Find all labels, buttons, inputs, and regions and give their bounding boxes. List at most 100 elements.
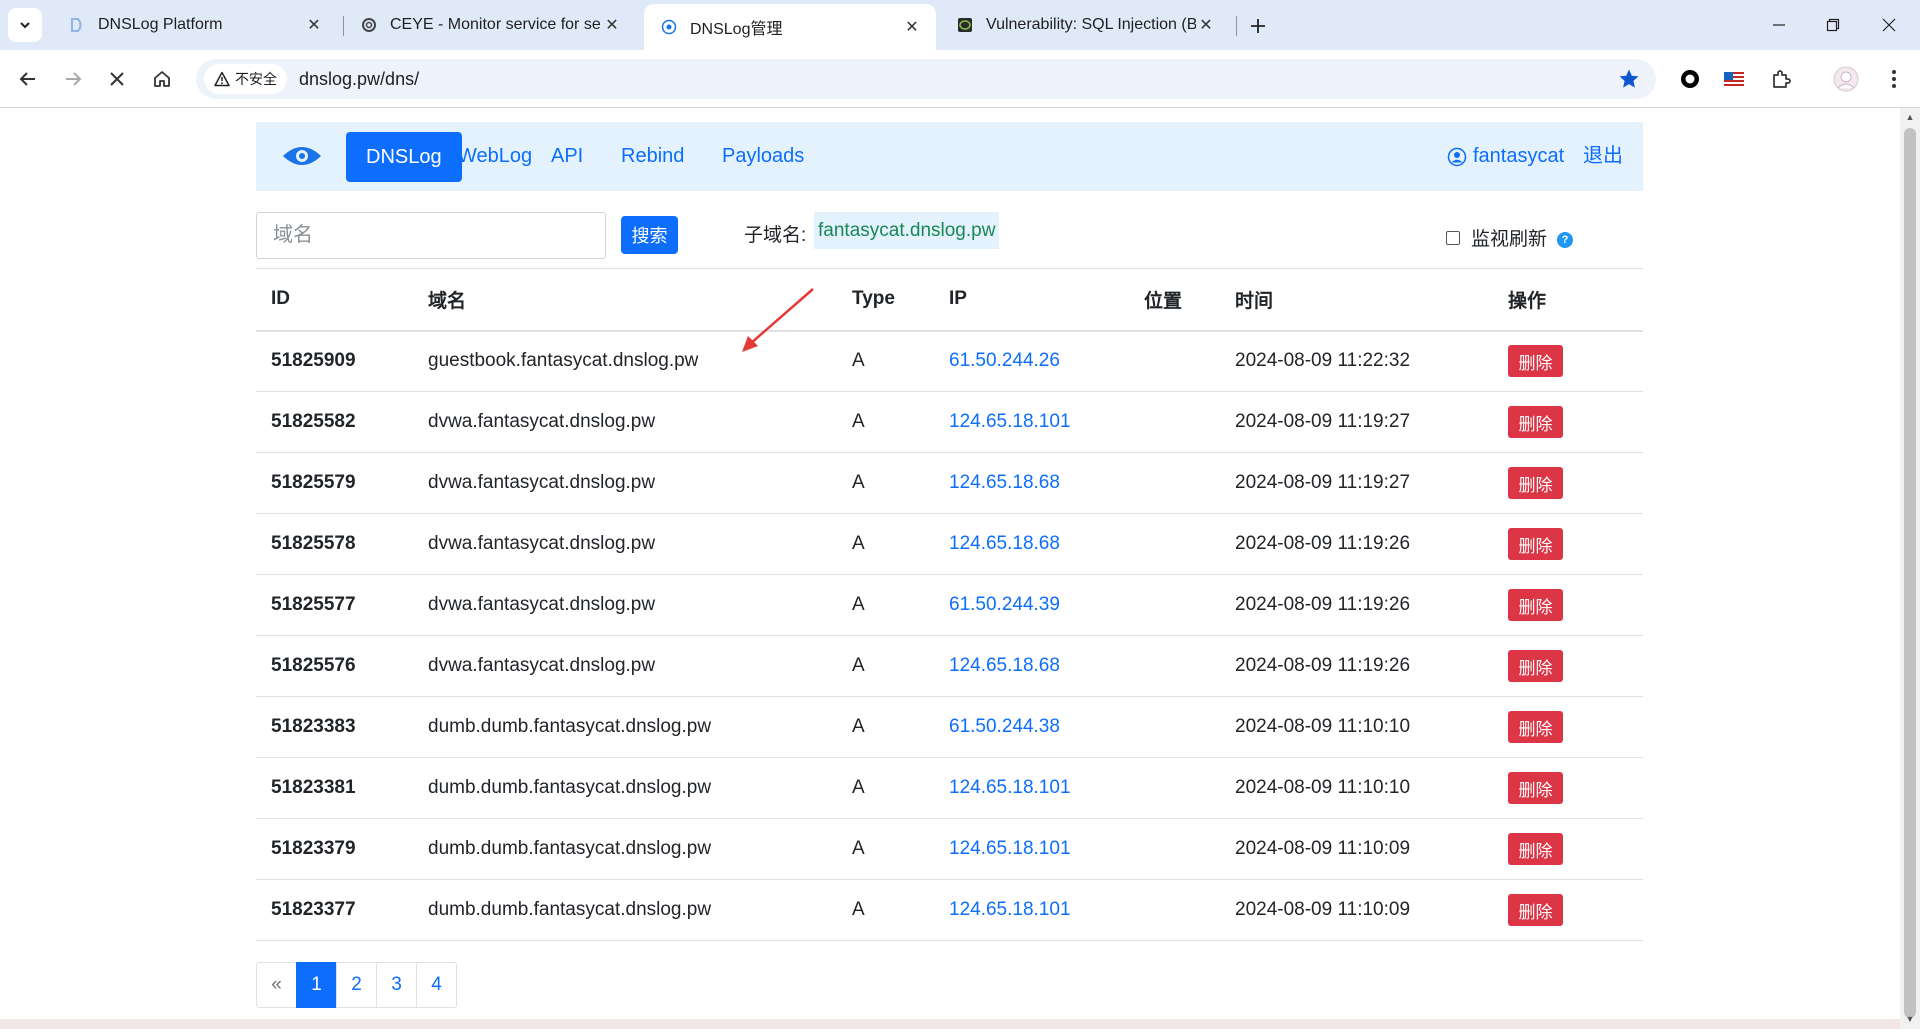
scrollbar-thumb[interactable] [1904,128,1916,1018]
cell-time: 2024-08-09 11:10:10 [1220,696,1493,758]
restore-button[interactable] [1810,8,1856,42]
cell-location [1129,330,1220,392]
close-icon[interactable]: ✕ [902,17,922,37]
security-label: 不安全 [235,71,277,87]
tab-title: DNSLog管理 [690,21,783,38]
address-bar[interactable]: 不安全 dnslog.pw/dns/ [196,59,1656,99]
tab-dnslog-platform[interactable]: DNSLog Platform ✕ [52,6,338,44]
restore-icon [1826,18,1840,32]
delete-button[interactable]: 删除 [1508,406,1563,438]
pagination-page-2[interactable]: 2 [336,962,377,1008]
cell-action: 删除 [1493,635,1643,697]
cell-ip[interactable]: 124.65.18.68 [934,635,1129,697]
pagination-prev[interactable]: « [256,962,297,1008]
cell-location [1129,574,1220,636]
delete-button[interactable]: 删除 [1508,528,1563,560]
cell-action: 删除 [1493,513,1643,575]
new-tab-button[interactable] [1241,12,1275,40]
delete-button[interactable]: 删除 [1508,711,1563,743]
help-icon[interactable]: ? [1557,231,1574,248]
cell-id: 51825577 [256,574,413,636]
cell-ip[interactable]: 124.65.18.101 [934,818,1129,880]
cell-location [1129,635,1220,697]
delete-button[interactable]: 删除 [1508,467,1563,499]
forward-button[interactable] [56,62,90,96]
cell-id: 51823381 [256,757,413,819]
eye-logo-icon[interactable] [282,144,322,168]
us-flag-icon[interactable] [1718,63,1750,95]
nav-rebind[interactable]: Rebind [601,140,704,173]
subdomain-label: 子域名: [744,225,807,246]
monitor-refresh-toggle[interactable]: 监视刷新 ? [1446,224,1574,251]
cell-domain: dvwa.fantasycat.dnslog.pw [413,574,837,636]
nav-payloads[interactable]: Payloads [702,140,824,173]
tab-search-button[interactable] [8,8,42,42]
delete-button[interactable]: 删除 [1508,833,1563,865]
delete-button[interactable]: 删除 [1508,345,1563,378]
home-button[interactable] [145,62,179,96]
nav-api[interactable]: API [531,140,603,173]
cell-action: 删除 [1493,879,1643,941]
domain-search-input[interactable] [256,212,606,259]
close-icon[interactable]: ✕ [1196,15,1216,35]
profile-avatar-icon[interactable] [1830,63,1862,95]
cell-ip[interactable]: 61.50.244.26 [934,330,1129,392]
table-row: 51825909 guestbook.fantasycat.dnslog.pw A 6… [256,330,1643,392]
tab-dnslog-manage[interactable]: DNSLog管理 ✕ [644,4,936,50]
cell-domain: dvwa.fantasycat.dnslog.pw [413,635,837,697]
arrow-right-icon [66,72,82,86]
cell-ip[interactable]: 124.65.18.101 [934,391,1129,453]
dvwa-icon [956,16,974,34]
cell-ip[interactable]: 61.50.244.38 [934,696,1129,758]
stop-loading-button[interactable] [100,62,134,96]
extension-circle-icon[interactable] [1674,63,1706,95]
cell-ip[interactable]: 124.65.18.68 [934,513,1129,575]
table-row: 51823383 dumb.dumb.fantasycat.dnslog.pw A 6… [256,696,1643,758]
tab-dvwa[interactable]: Vulnerability: SQL Injection (B ✕ [940,6,1230,44]
delete-button[interactable]: 删除 [1508,589,1563,621]
close-icon [110,72,124,86]
vertical-scrollbar[interactable]: ▲ ▼ [1900,108,1920,1029]
cell-action: 删除 [1493,757,1643,819]
browser-menu-button[interactable] [1878,63,1910,95]
pagination-page-1[interactable]: 1 [296,962,337,1008]
cell-ip[interactable]: 124.65.18.101 [934,757,1129,819]
tab-title: DNSLog Platform [98,16,223,33]
pagination-page-4[interactable]: 4 [416,962,457,1008]
delete-button[interactable]: 删除 [1508,650,1563,682]
subdomain-value: fantasycat.dnslog.pw [814,212,1000,249]
column-header-action: 操作 [1493,268,1643,332]
close-window-button[interactable] [1866,8,1912,42]
search-button[interactable]: 搜索 [621,216,678,254]
tab-ceye[interactable]: CEYE - Monitor service for se ✕ [344,6,636,44]
cell-ip[interactable]: 124.65.18.68 [934,452,1129,514]
ceye-icon [360,16,378,34]
scroll-up-icon[interactable]: ▲ [1905,112,1915,122]
cell-ip[interactable]: 124.65.18.101 [934,879,1129,941]
delete-button[interactable]: 删除 [1508,894,1563,926]
security-indicator[interactable]: 不安全 [204,64,287,94]
cell-time: 2024-08-09 11:10:10 [1220,757,1493,819]
status-strip [0,1019,1900,1029]
minimize-button[interactable] [1756,8,1802,42]
pagination-page-3[interactable]: 3 [376,962,417,1008]
column-header-ip: IP [934,268,1129,332]
scroll-down-icon[interactable]: ▼ [1905,1014,1915,1024]
cell-time: 2024-08-09 11:22:32 [1220,330,1493,392]
url-text[interactable]: dnslog.pw/dns/ [299,69,419,90]
monitor-refresh-checkbox[interactable] [1446,230,1460,245]
cell-action: 删除 [1493,452,1643,514]
cell-ip[interactable]: 61.50.244.39 [934,574,1129,636]
user-menu[interactable]: fantasycat [1447,140,1564,173]
bookmark-star-icon[interactable] [1618,68,1640,95]
back-button[interactable] [11,62,45,96]
cell-location [1129,818,1220,880]
close-icon[interactable]: ✕ [304,15,324,35]
chevron-down-icon [20,22,30,29]
delete-button[interactable]: 删除 [1508,772,1563,804]
monitor-refresh-label: 监视刷新 [1471,229,1548,250]
close-icon[interactable]: ✕ [602,15,622,35]
extensions-puzzle-icon[interactable] [1765,63,1797,95]
logout-link[interactable]: 退出 [1583,140,1623,173]
table-row: 51825582 dvwa.fantasycat.dnslog.pw A 124.65… [256,391,1643,453]
